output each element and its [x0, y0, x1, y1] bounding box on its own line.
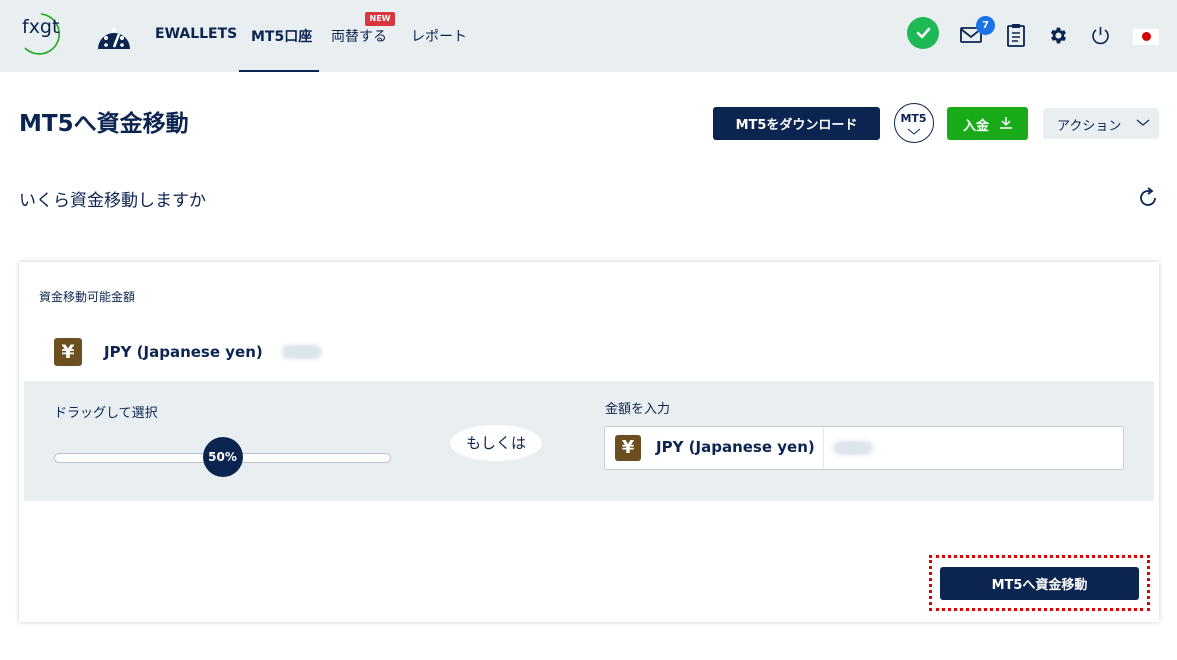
- transfer-card: 資金移動可能金額 ¥ JPY (Japanese yen) ドラッグして選択 5…: [19, 262, 1159, 622]
- gear-icon[interactable]: [1048, 25, 1069, 46]
- input-currency-name: JPY (Japanese yen): [656, 438, 815, 456]
- download-arrow-icon: [1000, 117, 1012, 129]
- action-label: アクション: [1057, 119, 1122, 134]
- amount-slider-handle[interactable]: 50%: [202, 437, 243, 477]
- available-funds-label: 資金移動可能金額: [39, 290, 136, 304]
- nav-active-indicator: [239, 70, 319, 72]
- blurred-balance: [282, 345, 322, 359]
- yen-icon: ¥: [615, 435, 641, 461]
- power-icon[interactable]: [1090, 25, 1111, 46]
- dashboard-gauge-icon[interactable]: [96, 21, 132, 53]
- transfer-to-mt5-button[interactable]: MT5へ資金移動: [940, 567, 1139, 600]
- mail-count-badge: 7: [976, 16, 995, 35]
- top-navbar: fxgt EWALLETS MT5口座 両替する NEW レポート 7: [0, 0, 1177, 72]
- input-divider: [823, 427, 824, 469]
- clipboard-icon[interactable]: [1006, 23, 1026, 47]
- deposit-button[interactable]: 入金: [947, 107, 1028, 140]
- action-dropdown[interactable]: アクション: [1043, 108, 1159, 139]
- amount-selection-panel: ドラッグして選択 50% もしくは 金額を入力 ¥ JPY (Japanese …: [24, 381, 1154, 501]
- drag-select-label: ドラッグして選択: [54, 406, 158, 421]
- nav-ewallets[interactable]: EWALLETS: [155, 26, 237, 42]
- nav-exchange[interactable]: 両替する: [331, 26, 387, 46]
- platform-label: MT5: [900, 112, 927, 125]
- available-currency-name: JPY (Japanese yen): [104, 343, 263, 361]
- japan-flag-icon[interactable]: [1133, 29, 1159, 45]
- nav-reports[interactable]: レポート: [411, 26, 467, 46]
- logo-text: fxgt: [22, 16, 60, 38]
- chevron-down-icon: [1136, 119, 1150, 126]
- download-mt5-button[interactable]: MT5をダウンロード: [713, 107, 880, 140]
- yen-icon: ¥: [54, 338, 82, 366]
- page-title: MT5へ資金移動: [19, 111, 189, 137]
- or-separator: もしくは: [450, 425, 542, 461]
- nav-mt5-accounts[interactable]: MT5口座: [251, 26, 312, 46]
- chevron-down-icon: [907, 128, 921, 135]
- amount-input[interactable]: ¥ JPY (Japanese yen): [604, 426, 1124, 470]
- deposit-label: 入金: [963, 119, 990, 134]
- platform-selector[interactable]: MT5: [894, 103, 934, 143]
- new-badge: NEW: [365, 12, 395, 26]
- fxgt-logo[interactable]: fxgt: [19, 10, 73, 56]
- blurred-amount: [833, 441, 873, 455]
- amount-input-label: 金額を入力: [605, 402, 671, 417]
- refresh-icon[interactable]: [1136, 186, 1160, 210]
- check-icon[interactable]: [907, 17, 939, 49]
- page-subtitle: いくら資金移動しますか: [19, 191, 206, 211]
